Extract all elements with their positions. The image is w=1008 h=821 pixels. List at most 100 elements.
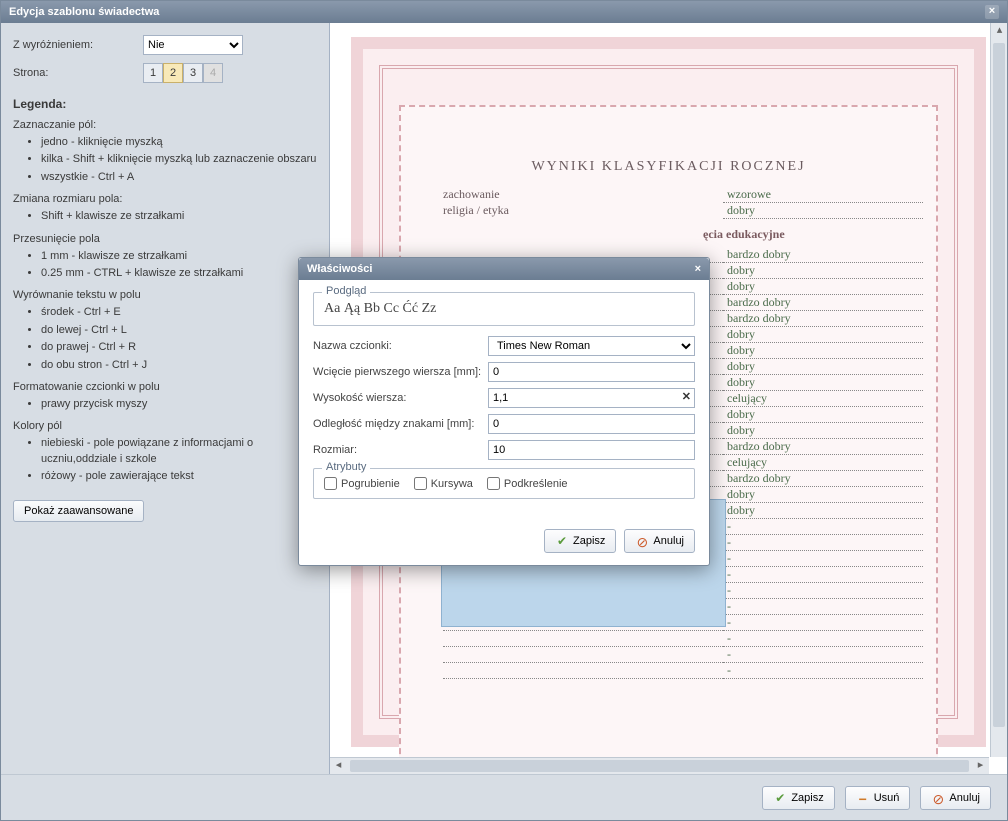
list-item: do obu stron - Ctrl + J: [41, 358, 317, 373]
cert-row: -: [443, 647, 930, 663]
preview-legend: Podgląd: [322, 285, 370, 297]
cert-value: bardzo dobry: [723, 311, 923, 327]
cert-value: dobry: [723, 359, 923, 375]
page-btn-2[interactable]: 2: [163, 63, 183, 83]
cert-value: -: [723, 599, 923, 615]
scroll-right-icon[interactable]: ▸: [972, 758, 989, 775]
scroll-up-icon[interactable]: ▴: [991, 23, 1007, 40]
cert-value: -: [723, 551, 923, 567]
cert-value: -: [723, 535, 923, 551]
cert-value: celujący: [723, 455, 923, 471]
spacing-label: Odległość między znakami [mm]:: [313, 418, 488, 430]
page-btn-4[interactable]: 4: [203, 63, 223, 83]
certificate-subheading: ęcia edukacyjne: [703, 227, 785, 242]
cert-label: religia / etyka: [443, 203, 723, 219]
cert-row: -: [443, 631, 930, 647]
scroll-thumb-h[interactable]: [350, 760, 969, 772]
minus-icon: [856, 791, 870, 805]
check-icon: [773, 791, 787, 805]
section-format: Formatowanie czcionki w polu: [13, 381, 317, 393]
cert-value: dobry: [723, 327, 923, 343]
cert-label: [443, 663, 723, 679]
certificate-title: WYNIKI KLASYFIKACJI ROCZNEJ: [363, 159, 974, 175]
footer-bar: Zapisz Usuń Anuluj: [1, 774, 1007, 820]
legend-heading: Legenda:: [13, 97, 317, 111]
scrollbar-horizontal[interactable]: ◂ ▸: [330, 757, 989, 774]
section-move: Przesunięcie pola: [13, 233, 317, 245]
font-select[interactable]: Times New Roman: [488, 336, 695, 356]
list-item: Shift + klawisze ze strzałkami: [41, 209, 317, 224]
cert-value: -: [723, 567, 923, 583]
footer-cancel-button[interactable]: Anuluj: [920, 786, 991, 810]
cert-value: -: [723, 615, 923, 631]
cert-value: dobry: [723, 279, 923, 295]
cert-value: -: [723, 647, 923, 663]
close-icon[interactable]: ×: [985, 5, 999, 19]
cert-value: dobry: [723, 263, 923, 279]
cert-value: celujący: [723, 391, 923, 407]
cert-value: -: [723, 631, 923, 647]
list-item: 0.25 mm - CTRL + klawisze ze strzałkami: [41, 266, 317, 281]
spacing-input[interactable]: [488, 414, 695, 434]
cert-value: bardzo dobry: [723, 247, 923, 263]
cert-value: wzorowe: [723, 187, 923, 203]
list-item: niebieski - pole powiązane z informacjam…: [41, 436, 317, 467]
list-item: do lewej - Ctrl + L: [41, 323, 317, 338]
attributes-legend: Atrybuty: [322, 461, 370, 473]
cert-value: dobry: [723, 407, 923, 423]
cert-value: dobry: [723, 203, 923, 219]
window-title-bar: Edycja szablonu świadectwa ×: [1, 1, 1007, 23]
cert-value: dobry: [723, 487, 923, 503]
indent-input[interactable]: [488, 362, 695, 382]
cert-value: dobry: [723, 503, 923, 519]
distinction-select[interactable]: Nie: [143, 35, 243, 55]
modal-close-icon[interactable]: ×: [695, 263, 701, 275]
stop-icon: [635, 534, 649, 548]
stop-icon: [931, 791, 945, 805]
section-select-fields: Zaznaczanie pól:: [13, 119, 317, 131]
cert-value: -: [723, 519, 923, 535]
underline-checkbox[interactable]: [487, 477, 500, 490]
scroll-left-icon[interactable]: ◂: [330, 758, 347, 775]
bold-checkbox[interactable]: [324, 477, 337, 490]
cert-label: zachowanie: [443, 187, 723, 203]
modal-title: Właściwości: [307, 263, 372, 275]
size-input[interactable]: [488, 440, 695, 460]
row-height-input[interactable]: [488, 388, 695, 408]
bold-checkbox-label[interactable]: Pogrubienie: [324, 477, 400, 490]
show-advanced-button[interactable]: Pokaż zaawansowane: [13, 500, 144, 522]
list-item: wszystkie - Ctrl + A: [41, 170, 317, 185]
list-item: prawy przycisk myszy: [41, 397, 317, 412]
page-btn-3[interactable]: 3: [183, 63, 203, 83]
section-resize: Zmiana rozmiaru pola:: [13, 193, 317, 205]
modal-cancel-button[interactable]: Anuluj: [624, 529, 695, 553]
list-item: do prawej - Ctrl + R: [41, 340, 317, 355]
cert-label: [443, 631, 723, 647]
distinction-label: Z wyróżnieniem:: [13, 39, 143, 51]
page-buttons: 1 2 3 4: [143, 63, 223, 83]
size-label: Rozmiar:: [313, 444, 488, 456]
preview-text: Aa Ąą Bb Cc Ćć Zz: [324, 301, 684, 317]
modal-save-button[interactable]: Zapisz: [544, 529, 616, 553]
cert-value: bardzo dobry: [723, 471, 923, 487]
cert-value: bardzo dobry: [723, 295, 923, 311]
list-item: środek - Ctrl + E: [41, 305, 317, 320]
section-align: Wyrównanie tekstu w polu: [13, 289, 317, 301]
indent-label: Wcięcie pierwszego wiersza [mm]:: [313, 366, 488, 378]
properties-modal: Właściwości × Podgląd Aa Ąą Bb Cc Ćć Zz …: [298, 257, 710, 566]
footer-save-button[interactable]: Zapisz: [762, 786, 834, 810]
scrollbar-vertical[interactable]: ▴: [990, 23, 1007, 757]
underline-checkbox-label[interactable]: Podkreślenie: [487, 477, 568, 490]
font-label: Nazwa czcionki:: [313, 340, 488, 352]
left-panel: Z wyróżnieniem: Nie Strona: 1 2 3 4 Lege…: [1, 23, 329, 774]
footer-delete-button[interactable]: Usuń: [845, 786, 911, 810]
italic-checkbox[interactable]: [414, 477, 427, 490]
page-btn-1[interactable]: 1: [143, 63, 163, 83]
cert-value: -: [723, 583, 923, 599]
italic-checkbox-label[interactable]: Kursywa: [414, 477, 473, 490]
clear-icon[interactable]: ✕: [682, 390, 691, 403]
scroll-thumb-v[interactable]: [993, 43, 1005, 727]
cert-value: -: [723, 663, 923, 679]
section-colors: Kolory pól: [13, 420, 317, 432]
cert-value: bardzo dobry: [723, 439, 923, 455]
